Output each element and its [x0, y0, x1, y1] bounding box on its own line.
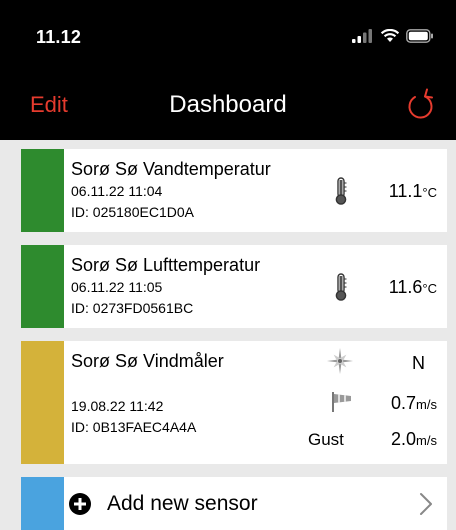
wind-direction: N	[412, 353, 425, 373]
sensor-date: 06.11.22 11:04	[71, 183, 163, 199]
status-stripe	[21, 341, 64, 464]
temperature-value: 11.6°C	[389, 277, 437, 298]
temperature-value: 11.1°C	[389, 181, 437, 202]
wifi-icon	[380, 29, 400, 42]
value-unit: °C	[422, 281, 437, 296]
sensor-id: ID: 0273FD0561BC	[71, 300, 194, 316]
gust-speed: 2.0m/s	[391, 429, 437, 450]
wind-speed: 0.7m/s	[391, 393, 437, 414]
compass-icon	[327, 348, 353, 374]
sensor-card[interactable]: Sorø Sø Vindmåler 19.08.22 11:42 ID: 0B1…	[21, 341, 447, 464]
page-title: Dashboard	[169, 91, 287, 118]
plus-circle-icon	[69, 493, 91, 515]
value-unit: °C	[422, 185, 437, 200]
gust-value: 2.0	[391, 429, 417, 449]
windsock-icon	[332, 392, 351, 412]
sensor-card[interactable]: Sorø Sø Lufttemperatur 06.11.22 11:05 ID…	[21, 245, 447, 328]
sensor-date: 06.11.22 11:05	[71, 279, 163, 295]
sensor-name: Sorø Sø Vindmåler	[71, 351, 224, 371]
status-stripe	[21, 245, 64, 328]
status-icons	[352, 29, 434, 43]
sensor-date: 19.08.22 11:42	[71, 398, 164, 414]
sensor-card[interactable]: Sorø Sø Vandtemperatur 06.11.22 11:04 ID…	[21, 149, 447, 232]
refresh-button[interactable]	[404, 88, 438, 122]
chevron-right-icon	[420, 493, 432, 515]
wind-speed-value: 0.7	[391, 393, 417, 413]
sensor-id: ID: 025180EC1D0A	[71, 204, 194, 220]
refresh-icon	[408, 88, 433, 119]
gust-unit: m/s	[416, 433, 437, 448]
add-sensor-button[interactable]: Add new sensor	[21, 477, 447, 530]
nav-bar: Edit Dashboard	[0, 80, 456, 136]
signal-icon	[352, 29, 372, 43]
wind-speed-unit: m/s	[416, 397, 437, 412]
thermometer-icon	[335, 177, 347, 205]
gust-label: Gust	[308, 430, 344, 449]
thermometer-icon	[335, 273, 347, 301]
sensor-name: Sorø Sø Lufttemperatur	[71, 255, 261, 275]
sensor-id: ID: 0B13FAEC4A4A	[71, 419, 197, 435]
status-time: 11.12	[36, 27, 82, 47]
value-number: 11.6	[388, 277, 423, 297]
value-number: 11.1	[388, 181, 423, 201]
add-stripe	[21, 477, 64, 530]
status-bar: 11.12	[0, 0, 456, 80]
sensor-name: Sorø Sø Vandtemperatur	[71, 159, 271, 179]
battery-icon	[406, 29, 433, 43]
status-stripe	[21, 149, 64, 232]
sensor-list: Sorø Sø Vandtemperatur 06.11.22 11:04 ID…	[0, 140, 456, 530]
add-sensor-label: Add new sensor	[107, 492, 258, 515]
